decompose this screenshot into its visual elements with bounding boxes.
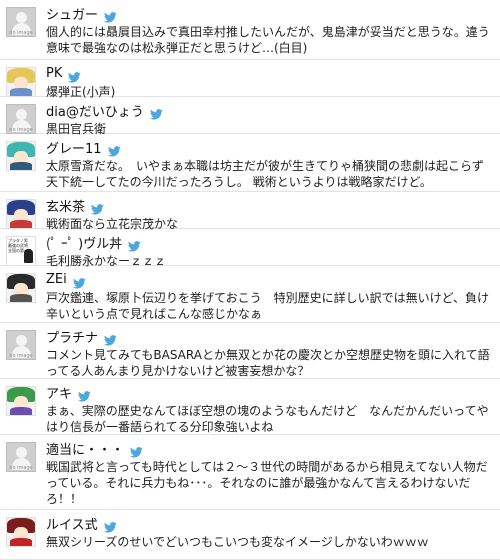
user-name[interactable]: 適当に・・・ <box>46 439 124 458</box>
tweet-text: 無双シリーズのせいでどいつもこいつも変なイメージしかないわｗｗｗ <box>46 535 429 549</box>
avatar[interactable]: プラタノ男 最強の武将 全国の第一人 <box>6 236 36 266</box>
tweet-header: シュガー <box>46 4 492 23</box>
no-image-label: no image <box>9 127 33 133</box>
avatar[interactable]: no image <box>6 104 36 134</box>
tweet-row: アキまぁ、実際の歴史なんてほぼ空想の塊のようなもんだけど なんだかんだいってやは… <box>0 379 500 435</box>
avatar[interactable] <box>6 67 36 97</box>
avatar[interactable] <box>6 141 36 171</box>
tweet-list: no image シュガー個人的には贔屓目込みで真田幸村推したいんだが、鬼島津が妥… <box>0 0 500 560</box>
tweet-row: PK 爆弾正(小声) <box>0 60 500 99</box>
avatar[interactable]: no image <box>6 330 36 360</box>
avatar[interactable] <box>6 199 36 229</box>
tweet-text: 個人的には贔屓目込みで真田幸村推したいんだが、鬼島津が妥当だと思うな。違う意味で… <box>46 25 490 55</box>
twitter-bird-icon[interactable] <box>68 68 82 83</box>
avatar[interactable] <box>6 386 36 416</box>
no-image-label: no image <box>9 353 33 359</box>
twitter-bird-icon[interactable] <box>128 237 142 252</box>
tweet-header: 適当に・・・ <box>46 439 492 458</box>
tweet-row: no image dia@だいひょう 黒田官兵衛 <box>0 97 500 136</box>
tweet-text: 太原雪斎だな。 いやまぁ本職は坊主だが彼が生きてりゃ桶狭間の悲劇は起こらず天下統… <box>46 159 484 189</box>
user-name[interactable]: グレー11 <box>46 138 102 157</box>
tweet-text: 戸次鑑連、塚原卜伝辺りを挙げておこう 特別歴史に詳しい訳では無いけど、負け辛いと… <box>46 291 490 321</box>
tweet-header: アキ <box>46 383 492 402</box>
tweet-content: シュガー個人的には贔屓目込みで真田幸村推したいんだが、鬼島津が妥当だと思うな。違… <box>46 0 500 62</box>
tweet-header: dia@だいひょう <box>46 101 492 120</box>
tweet-header: グレー11 <box>46 138 492 157</box>
tweet-content: プラチナコメント見てみてもBASARAとか無双とか花の慶次とか空想歴史物を頭に入… <box>46 323 500 385</box>
tweet-header: (ﾟ ｰﾟ )ヴル丼 <box>46 233 492 252</box>
no-image-label: no image <box>9 30 33 36</box>
user-name[interactable]: ZEi <box>46 272 67 287</box>
twitter-bird-icon[interactable] <box>103 8 117 23</box>
twitter-bird-icon[interactable] <box>103 331 117 346</box>
user-name[interactable]: プラチナ <box>46 327 98 346</box>
twitter-bird-icon[interactable] <box>90 200 104 215</box>
avatar[interactable] <box>6 273 36 303</box>
user-name[interactable]: アキ <box>46 383 72 402</box>
user-name[interactable]: PK <box>46 66 62 81</box>
tweet-header: PK <box>46 64 492 83</box>
twitter-bird-icon[interactable] <box>77 387 91 402</box>
twitter-bird-icon[interactable] <box>149 105 163 120</box>
twitter-bird-icon[interactable] <box>72 274 86 289</box>
user-name[interactable]: ルイス式 <box>46 514 98 533</box>
tweet-row: ZEi 戸次鑑連、塚原卜伝辺りを挙げておこう 特別歴史に詳しい訳では無いけど、負け… <box>0 266 500 323</box>
tweet-row: ルイス式無双シリーズのせいでどいつもこいつも変なイメージしかないわｗｗｗ <box>0 510 500 560</box>
user-name[interactable]: dia@だいひょう <box>46 101 144 120</box>
tweet-header: ZEi <box>46 270 492 289</box>
tweet-row: no image 適当に・・・戦国武将と言っても時代としては２～３世代の時間がある… <box>0 435 500 510</box>
tweet-content: アキまぁ、実際の歴史なんてほぼ空想の塊のようなもんだけど なんだかんだいってやは… <box>46 379 500 441</box>
avatar[interactable] <box>6 517 36 547</box>
tweet-header: プラチナ <box>46 327 492 346</box>
tweet-row: 玄米茶 戦術面なら立花宗茂かな <box>0 192 500 231</box>
user-name[interactable]: (ﾟ ｰﾟ )ヴル丼 <box>46 233 122 252</box>
tweet-text: コメント見てみてもBASARAとか無双とか花の慶次とか空想歴史物を頭に入れて語っ… <box>46 348 490 378</box>
twitter-bird-icon[interactable] <box>129 443 143 458</box>
tweet-content: グレー11 太原雪斎だな。 いやまぁ本職は坊主だが彼が生きてりゃ桶狭間の悲劇は起こ… <box>46 134 500 196</box>
user-name[interactable]: 玄米茶 <box>46 196 85 215</box>
tweet-row: no image シュガー個人的には贔屓目込みで真田幸村推したいんだが、鬼島津が妥… <box>0 0 500 60</box>
tweet-content: 適当に・・・戦国武将と言っても時代としては２～３世代の時間があるから相見えてない… <box>46 435 500 513</box>
tweet-row: no image プラチナコメント見てみてもBASARAとか無双とか花の慶次とか空… <box>0 323 500 379</box>
tweet-text: 戦国武将と言っても時代としては２～３世代の時間があるから相見えてない人物だってい… <box>46 460 488 506</box>
twitter-bird-icon[interactable] <box>103 518 117 533</box>
tweet-row: プラタノ男 最強の武将 全国の第一人 (ﾟ ｰﾟ )ヴル丼 毛利勝永かなーｚｚｚ <box>0 229 500 268</box>
avatar[interactable]: no image <box>6 7 36 37</box>
tweet-header: ルイス式 <box>46 514 492 533</box>
tweet-row: グレー11 太原雪斎だな。 いやまぁ本職は坊主だが彼が生きてりゃ桶狭間の悲劇は起こ… <box>0 134 500 192</box>
twitter-bird-icon[interactable] <box>107 142 121 157</box>
tweet-header: 玄米茶 <box>46 196 492 215</box>
tweet-content: ルイス式無双シリーズのせいでどいつもこいつも変なイメージしかないわｗｗｗ <box>46 510 500 556</box>
tweet-text: まぁ、実際の歴史なんてほぼ空想の塊のようなもんだけど なんだかんだいってやはり信… <box>46 404 489 434</box>
tweet-content: ZEi 戸次鑑連、塚原卜伝辺りを挙げておこう 特別歴史に詳しい訳では無いけど、負け… <box>46 266 500 328</box>
avatar[interactable]: no image <box>6 442 36 472</box>
no-image-label: no image <box>9 465 33 471</box>
user-name[interactable]: シュガー <box>46 4 98 23</box>
